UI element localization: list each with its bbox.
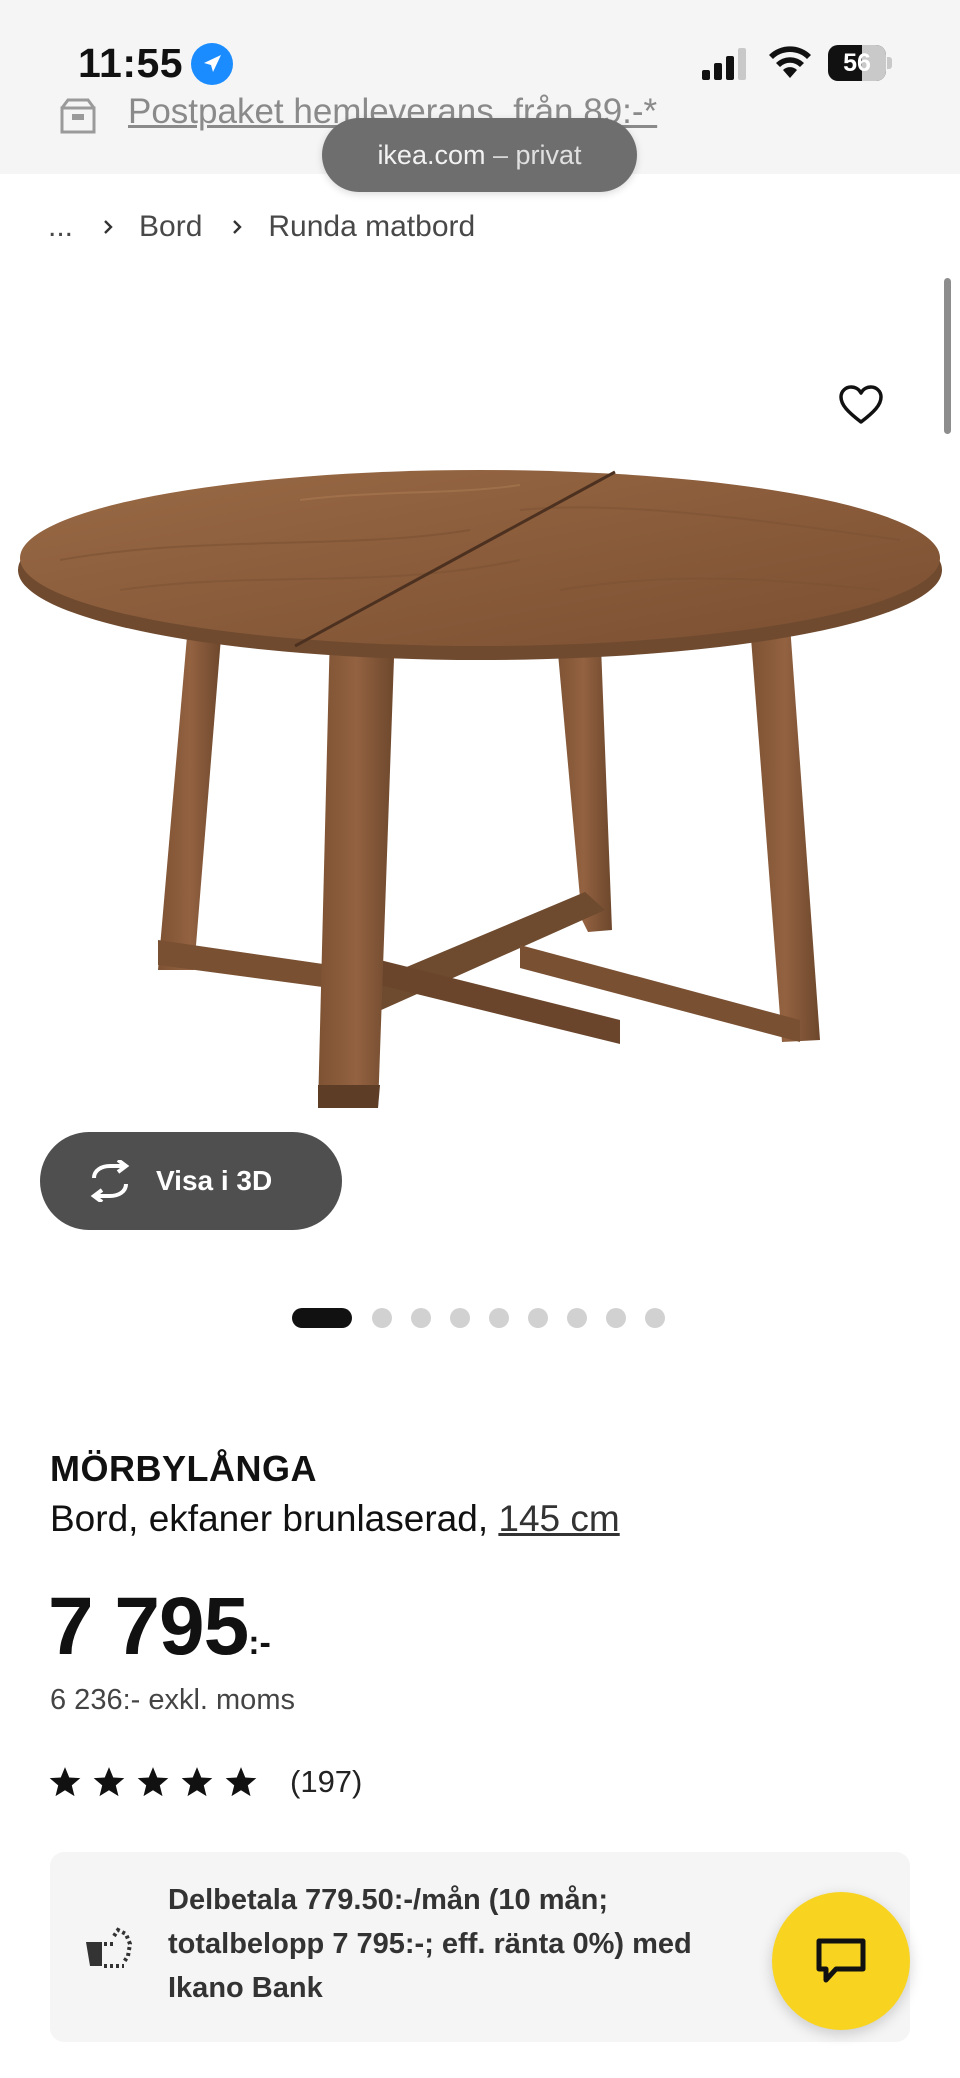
star-icon (181, 1767, 213, 1797)
breadcrumb: ... Bord Runda matbord (48, 206, 475, 248)
carousel-dot[interactable] (606, 1308, 626, 1328)
location-arrow-icon (191, 43, 233, 85)
battery-icon: 56 (828, 45, 892, 81)
carousel-dot[interactable] (450, 1308, 470, 1328)
carousel-dot-active[interactable] (292, 1308, 352, 1328)
chat-button[interactable] (772, 1892, 910, 2030)
carousel-dot[interactable] (528, 1308, 548, 1328)
star-icon (93, 1767, 125, 1797)
product-name: MÖRBYLÅNGA (50, 1448, 317, 1489)
product-rating[interactable]: (197) (48, 1762, 362, 1802)
chevron-right-icon (233, 220, 243, 234)
browser-url-pill[interactable]: ikea.com – privat (322, 118, 637, 192)
star-icon (49, 1767, 81, 1797)
price-excluding-vat: 6 236:- exkl. moms (50, 1684, 295, 1716)
product-price: 7 795:- (48, 1580, 271, 1674)
url-domain: ikea.com (377, 140, 486, 170)
rotate-3d-icon (90, 1160, 130, 1202)
status-time: 11:55 (78, 40, 184, 86)
carousel-dot[interactable] (489, 1308, 509, 1328)
product-description-text: Bord, ekfaner brunlaserad, (50, 1498, 489, 1539)
rating-count: (197) (290, 1764, 363, 1799)
carousel-dot[interactable] (645, 1308, 665, 1328)
cellular-signal-icon (702, 48, 746, 80)
price-amount: 7 795 (48, 1581, 249, 1672)
price-suffix: :- (248, 1624, 271, 1662)
battery-level: 56 (843, 49, 871, 77)
breadcrumb-bord[interactable]: Bord (139, 210, 202, 244)
scrollbar[interactable] (944, 278, 951, 434)
product-size-link[interactable]: 145 cm (498, 1498, 619, 1539)
favorite-button[interactable] (834, 378, 888, 432)
status-bar: 11:55 56 (0, 0, 960, 120)
chat-bubble-icon (816, 1938, 866, 1983)
financing-text: Delbetala 779.50:-/mån (10 mån; totalbel… (168, 1884, 692, 2004)
carousel-dot[interactable] (411, 1308, 431, 1328)
view-3d-button[interactable]: Visa i 3D (40, 1132, 342, 1230)
carousel-dot[interactable] (567, 1308, 587, 1328)
breadcrumb-runda-matbord[interactable]: Runda matbord (268, 210, 475, 244)
url-separator: – (485, 140, 516, 170)
product-image[interactable] (0, 440, 960, 1120)
breadcrumb-ellipsis[interactable]: ... (48, 210, 73, 244)
coin-hand-icon (86, 1927, 133, 1968)
view-3d-label: Visa i 3D (156, 1165, 273, 1196)
wifi-icon (769, 46, 811, 78)
star-icon (225, 1767, 257, 1797)
carousel-dot[interactable] (372, 1308, 392, 1328)
chevron-right-icon (104, 220, 113, 234)
product-description: Bord, ekfaner brunlaserad, 145 cm (50, 1498, 620, 1540)
heart-icon (839, 385, 883, 424)
star-icon (137, 1767, 169, 1797)
url-private-mode: privat (515, 140, 582, 170)
